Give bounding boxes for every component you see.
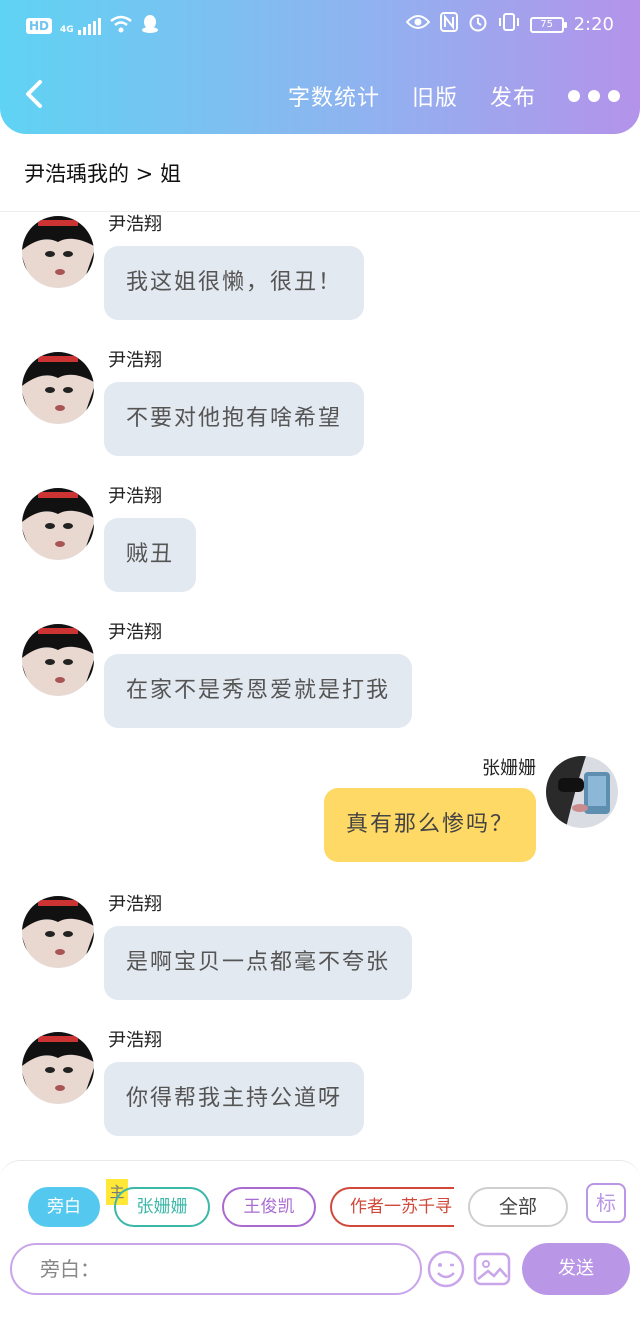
- avatar[interactable]: [22, 216, 94, 288]
- role-all-button[interactable]: 全部: [468, 1187, 568, 1227]
- sender-name: 尹浩翔: [108, 894, 162, 915]
- sender-name: 尹浩翔: [108, 1030, 162, 1051]
- dot-icon: [608, 90, 620, 102]
- sender-name: 张姗姗: [482, 758, 536, 779]
- signal-label: 4G: [60, 24, 74, 35]
- message-bubble[interactable]: 你得帮我主持公道呀: [104, 1062, 365, 1136]
- sender-name: 尹浩翔: [108, 622, 162, 643]
- mark-button[interactable]: 标: [586, 1183, 626, 1223]
- story-title-row[interactable]: 尹浩瑀我的 > 姐: [0, 134, 640, 212]
- avatar[interactable]: [22, 488, 94, 560]
- message-item[interactable]: 尹浩翔 我这姐很懒，很丑！: [0, 214, 640, 346]
- message-input[interactable]: 旁白：: [10, 1243, 422, 1295]
- message-bubble[interactable]: 真有那么惨吗？: [323, 788, 536, 862]
- hd-indicator: HD: [26, 18, 53, 34]
- dot-icon: [568, 90, 580, 102]
- status-bar: HD 4G 75 2:20: [0, 0, 640, 50]
- avatar[interactable]: [546, 756, 618, 828]
- vibrate-icon: [498, 12, 520, 37]
- nfc-icon: [439, 12, 458, 37]
- send-button[interactable]: 发送: [522, 1243, 630, 1295]
- message-item[interactable]: 尹浩翔 不要对他抱有啥希望: [0, 350, 640, 482]
- message-item[interactable]: 尹浩翔 在家不是秀恩爱就是打我: [0, 622, 640, 754]
- battery-icon: 75: [529, 16, 567, 33]
- avatar[interactable]: [22, 1032, 94, 1104]
- top-bar: HD 4G 75 2:20 字数统计 旧版 发布: [0, 0, 640, 134]
- role-wang-button[interactable]: 王俊凯: [222, 1187, 316, 1227]
- sender-name: 尹浩翔: [108, 486, 162, 507]
- avatar[interactable]: [22, 624, 94, 696]
- dot-icon: [588, 90, 600, 102]
- alarm-icon: [468, 12, 488, 37]
- chevron-left-icon: [26, 80, 42, 108]
- message-item[interactable]: 张姗姗 真有那么惨吗？: [0, 752, 640, 882]
- word-count-button[interactable]: 字数统计: [288, 80, 380, 112]
- story-title: 尹浩瑀我的 > 姐: [24, 162, 181, 186]
- more-options-button[interactable]: [568, 90, 620, 102]
- role-selector: 旁白 主 张姗姗 王俊凯 作者一苏千寻 全部 标: [28, 1179, 628, 1231]
- nav-bar: 字数统计 旧版 发布: [0, 62, 640, 128]
- qq-icon: [141, 14, 159, 38]
- chat-area[interactable]: 尹浩翔 我这姐很懒，很丑！ 尹浩翔 不要对他抱有啥希望 尹浩翔 贼丑 尹浩翔 在…: [0, 212, 640, 1160]
- role-narrator-button[interactable]: 旁白: [28, 1187, 100, 1227]
- avatar[interactable]: [22, 896, 94, 968]
- message-bubble[interactable]: 我这姐很懒，很丑！: [104, 246, 365, 320]
- sender-name: 尹浩翔: [108, 350, 162, 371]
- signal-icon: 4G: [60, 17, 101, 35]
- sender-name: 尹浩翔: [108, 214, 162, 235]
- avatar[interactable]: [22, 352, 94, 424]
- eye-icon: [405, 14, 430, 35]
- old-version-button[interactable]: 旧版: [412, 80, 458, 112]
- role-zhang-button[interactable]: 张姗姗: [114, 1187, 210, 1227]
- back-button[interactable]: [20, 74, 50, 114]
- input-row: 旁白： 发送: [10, 1243, 630, 1299]
- message-bubble[interactable]: 不要对他抱有啥希望: [104, 382, 365, 456]
- composer: 旁白 主 张姗姗 王俊凯 作者一苏千寻 全部 标 旁白： 发送: [0, 1160, 640, 1330]
- message-item[interactable]: 尹浩翔 你得帮我主持公道呀: [0, 1030, 640, 1160]
- wifi-icon: [109, 15, 133, 37]
- message-bubble[interactable]: 在家不是秀恩爱就是打我: [104, 654, 413, 728]
- clock: 2:20: [573, 14, 614, 35]
- message-bubble[interactable]: 是啊宝贝一点都毫不夸张: [104, 926, 413, 1000]
- publish-button[interactable]: 发布: [490, 80, 536, 112]
- message-bubble[interactable]: 贼丑: [104, 518, 197, 592]
- message-item[interactable]: 尹浩翔 是啊宝贝一点都毫不夸张: [0, 894, 640, 1026]
- role-author-button[interactable]: 作者一苏千寻: [330, 1187, 454, 1227]
- message-item[interactable]: 尹浩翔 贼丑: [0, 486, 640, 618]
- image-icon[interactable]: [472, 1249, 512, 1289]
- emoji-icon[interactable]: [426, 1249, 466, 1289]
